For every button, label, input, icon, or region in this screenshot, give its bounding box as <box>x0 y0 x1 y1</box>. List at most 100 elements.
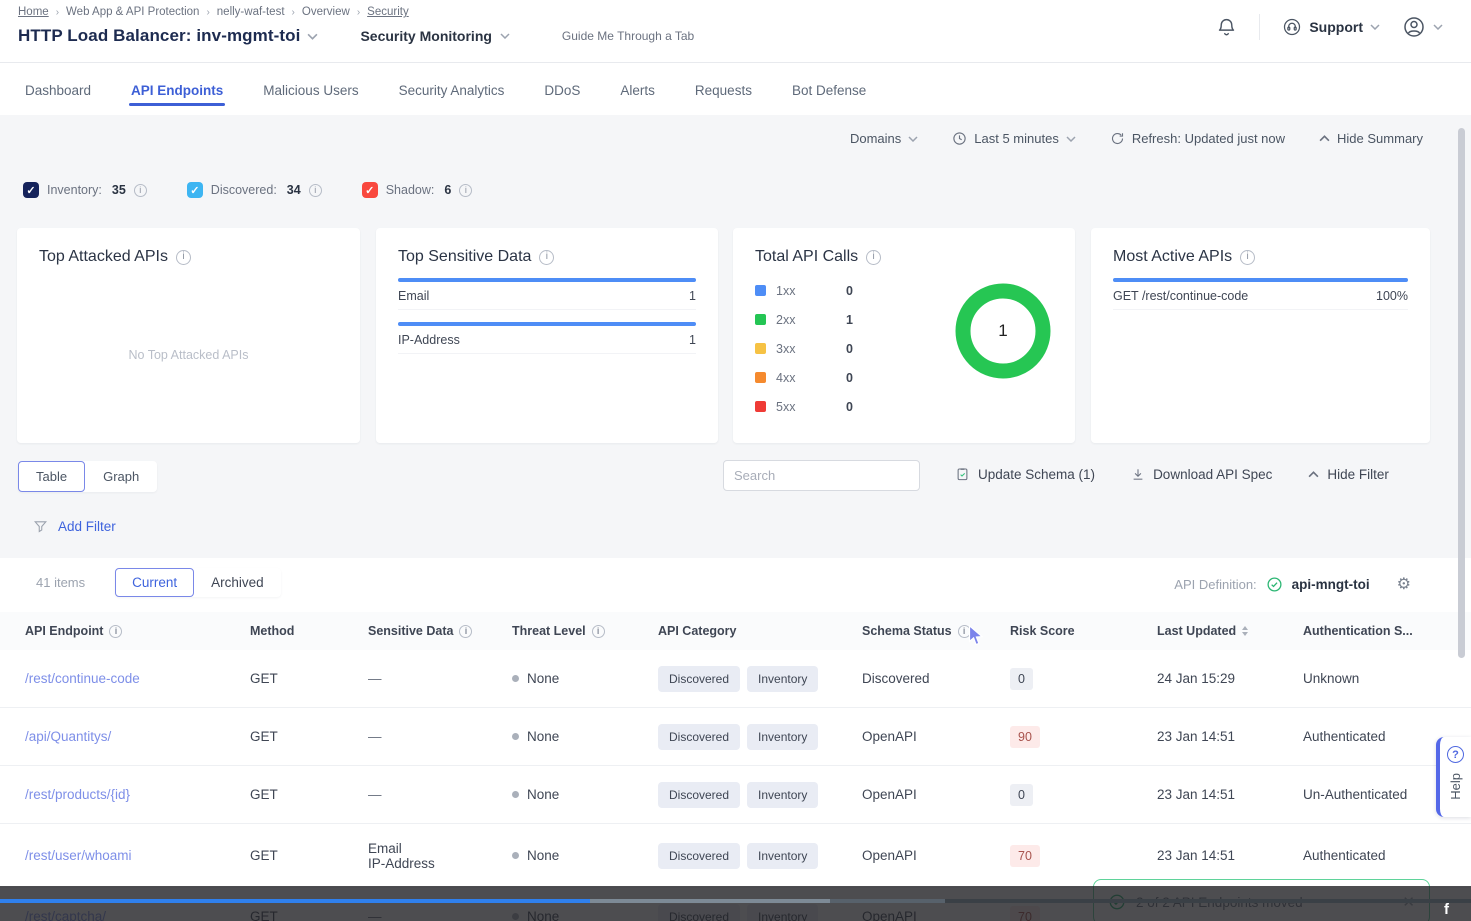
info-icon[interactable]: i <box>866 250 881 265</box>
summary-filter-inventory[interactable]: ✓Inventory:35i <box>23 182 147 198</box>
info-icon[interactable]: i <box>109 625 122 638</box>
filter-label: Shadow: <box>386 183 435 197</box>
tab-bot-defense[interactable]: Bot Defense <box>790 67 868 112</box>
current-tab[interactable]: Current <box>115 568 194 597</box>
info-icon[interactable]: i <box>459 625 472 638</box>
summary-filter-shadow[interactable]: ✓Shadow:6i <box>362 182 473 198</box>
column-label: Last Updated <box>1157 624 1236 638</box>
table-row[interactable]: /rest/continue-codeGET—NoneDiscoveredInv… <box>0 650 1471 708</box>
category-pill-inventory[interactable]: Inventory <box>747 782 818 808</box>
category-pill-inventory[interactable]: Inventory <box>747 666 818 692</box>
breadcrumb-item[interactable]: nelly-waf-test <box>217 6 285 18</box>
endpoint-link[interactable]: /rest/user/whoami <box>25 848 250 863</box>
hide-summary-toggle[interactable]: Hide Summary <box>1319 131 1423 146</box>
risk-score-badge: 0 <box>1010 784 1033 806</box>
legend-label: 5xx <box>776 400 846 414</box>
endpoint-link[interactable]: /api/Quantitys/ <box>25 729 250 744</box>
column-header-last-updated[interactable]: Last Updated <box>1157 624 1303 638</box>
download-api-spec-button[interactable]: Download API Spec <box>1131 467 1272 482</box>
threat-label: None <box>527 787 559 802</box>
breadcrumb-item[interactable]: Security <box>367 6 409 18</box>
checkbox-icon[interactable]: ✓ <box>187 182 203 198</box>
hide-filter-toggle[interactable]: Hide Filter <box>1308 467 1389 482</box>
column-label: Authentication S... <box>1303 624 1413 638</box>
most-active-list: GET /rest/continue-code100% <box>1113 278 1408 310</box>
chevron-down-icon <box>908 136 918 142</box>
tab-alerts[interactable]: Alerts <box>618 67 657 112</box>
graph-view-button[interactable]: Graph <box>85 461 157 492</box>
tab-requests[interactable]: Requests <box>693 67 754 112</box>
legend-swatch <box>755 401 766 412</box>
tab-dashboard[interactable]: Dashboard <box>23 67 93 112</box>
refresh-button[interactable]: Refresh: Updated just now <box>1110 131 1285 146</box>
tab-ddos[interactable]: DDoS <box>542 67 582 112</box>
info-icon[interactable]: i <box>459 184 472 197</box>
summary-filter-discovered[interactable]: ✓Discovered:34i <box>187 182 322 198</box>
risk-score-cell: 70 <box>1010 845 1157 867</box>
api-category-cell: Discovered Inventory <box>658 724 862 750</box>
sensitive-data-cell: — <box>368 671 512 686</box>
notifications-bell-icon[interactable] <box>1216 17 1237 38</box>
info-icon[interactable]: i <box>539 250 554 265</box>
endpoint-link[interactable]: /rest/products/{id} <box>25 787 250 802</box>
chevron-down-icon[interactable] <box>307 33 318 40</box>
column-label: Method <box>250 624 294 638</box>
table-row[interactable]: /api/Quantitys/GET—NoneDiscoveredInvento… <box>0 708 1471 766</box>
tab-security-analytics[interactable]: Security Analytics <box>397 67 507 112</box>
account-menu[interactable] <box>1402 15 1443 39</box>
sensitive-data-value: 1 <box>689 289 696 303</box>
info-icon[interactable]: i <box>592 625 605 638</box>
breadcrumb-item[interactable]: Home <box>18 6 49 18</box>
column-header-authentication-s-[interactable]: Authentication S... <box>1303 624 1446 638</box>
risk-score-cell: 0 <box>1010 784 1157 806</box>
table-row[interactable]: /rest/products/{id}GET—NoneDiscoveredInv… <box>0 766 1471 824</box>
support-menu[interactable]: Support <box>1282 17 1380 37</box>
checkbox-icon[interactable]: ✓ <box>23 182 39 198</box>
tab-api-endpoints[interactable]: API Endpoints <box>129 67 225 112</box>
column-header-api-category[interactable]: API Category <box>658 624 862 638</box>
most-active-label: GET /rest/continue-code <box>1113 289 1248 303</box>
category-pill-discovered[interactable]: Discovered <box>658 666 740 692</box>
column-header-method[interactable]: Method <box>250 624 368 638</box>
category-pill-discovered[interactable]: Discovered <box>658 724 740 750</box>
gear-icon[interactable]: ⚙ <box>1397 574 1411 594</box>
breadcrumb-item[interactable]: Web App & API Protection <box>66 6 199 18</box>
time-range-dropdown[interactable]: Last 5 minutes <box>952 131 1076 146</box>
scrollbar-thumb[interactable] <box>1458 128 1465 658</box>
api-category-cell: Discovered Inventory <box>658 843 862 869</box>
column-header-sensitive-data[interactable]: Sensitive Datai <box>368 624 512 638</box>
table-view-button[interactable]: Table <box>18 461 85 492</box>
update-schema-button[interactable]: Update Schema (1) <box>955 466 1095 482</box>
api-definition-value[interactable]: api-mngt-toi <box>1292 577 1370 592</box>
column-header-threat-level[interactable]: Threat Leveli <box>512 624 658 638</box>
add-filter-label: Add Filter <box>58 519 116 534</box>
breadcrumb-separator: › <box>292 7 295 18</box>
column-header-schema-status[interactable]: Schema Statusi <box>862 624 1010 638</box>
sort-icon[interactable] <box>1242 626 1248 636</box>
category-pill-inventory[interactable]: Inventory <box>747 724 818 750</box>
breadcrumb-item[interactable]: Overview <box>302 6 350 18</box>
info-icon[interactable]: i <box>309 184 322 197</box>
monitoring-select[interactable]: Security Monitoring <box>360 28 509 44</box>
add-filter-button[interactable]: Add Filter <box>33 519 116 534</box>
info-icon[interactable]: i <box>1240 250 1255 265</box>
column-header-risk-score[interactable]: Risk Score <box>1010 624 1157 638</box>
help-tab[interactable]: ? Help <box>1436 737 1471 817</box>
guide-me-link[interactable]: Guide Me Through a Tab <box>562 29 694 43</box>
column-header-api-endpoint[interactable]: API Endpointi <box>25 624 250 638</box>
domains-dropdown[interactable]: Domains <box>850 131 918 146</box>
category-pill-inventory[interactable]: Inventory <box>747 843 818 869</box>
info-icon[interactable]: i <box>176 250 191 265</box>
video-progress-track[interactable] <box>0 899 1471 903</box>
checkbox-icon[interactable]: ✓ <box>362 182 378 198</box>
sensitive-data-cell: EmailIP-Address <box>368 841 512 871</box>
category-pill-discovered[interactable]: Discovered <box>658 782 740 808</box>
category-pill-discovered[interactable]: Discovered <box>658 843 740 869</box>
tab-malicious-users[interactable]: Malicious Users <box>261 67 360 112</box>
info-icon[interactable]: i <box>134 184 147 197</box>
legend-swatch <box>755 285 766 296</box>
search-input[interactable] <box>723 460 920 491</box>
chevron-up-icon <box>1308 471 1319 478</box>
archived-tab[interactable]: Archived <box>194 568 281 597</box>
endpoint-link[interactable]: /rest/continue-code <box>25 671 250 686</box>
